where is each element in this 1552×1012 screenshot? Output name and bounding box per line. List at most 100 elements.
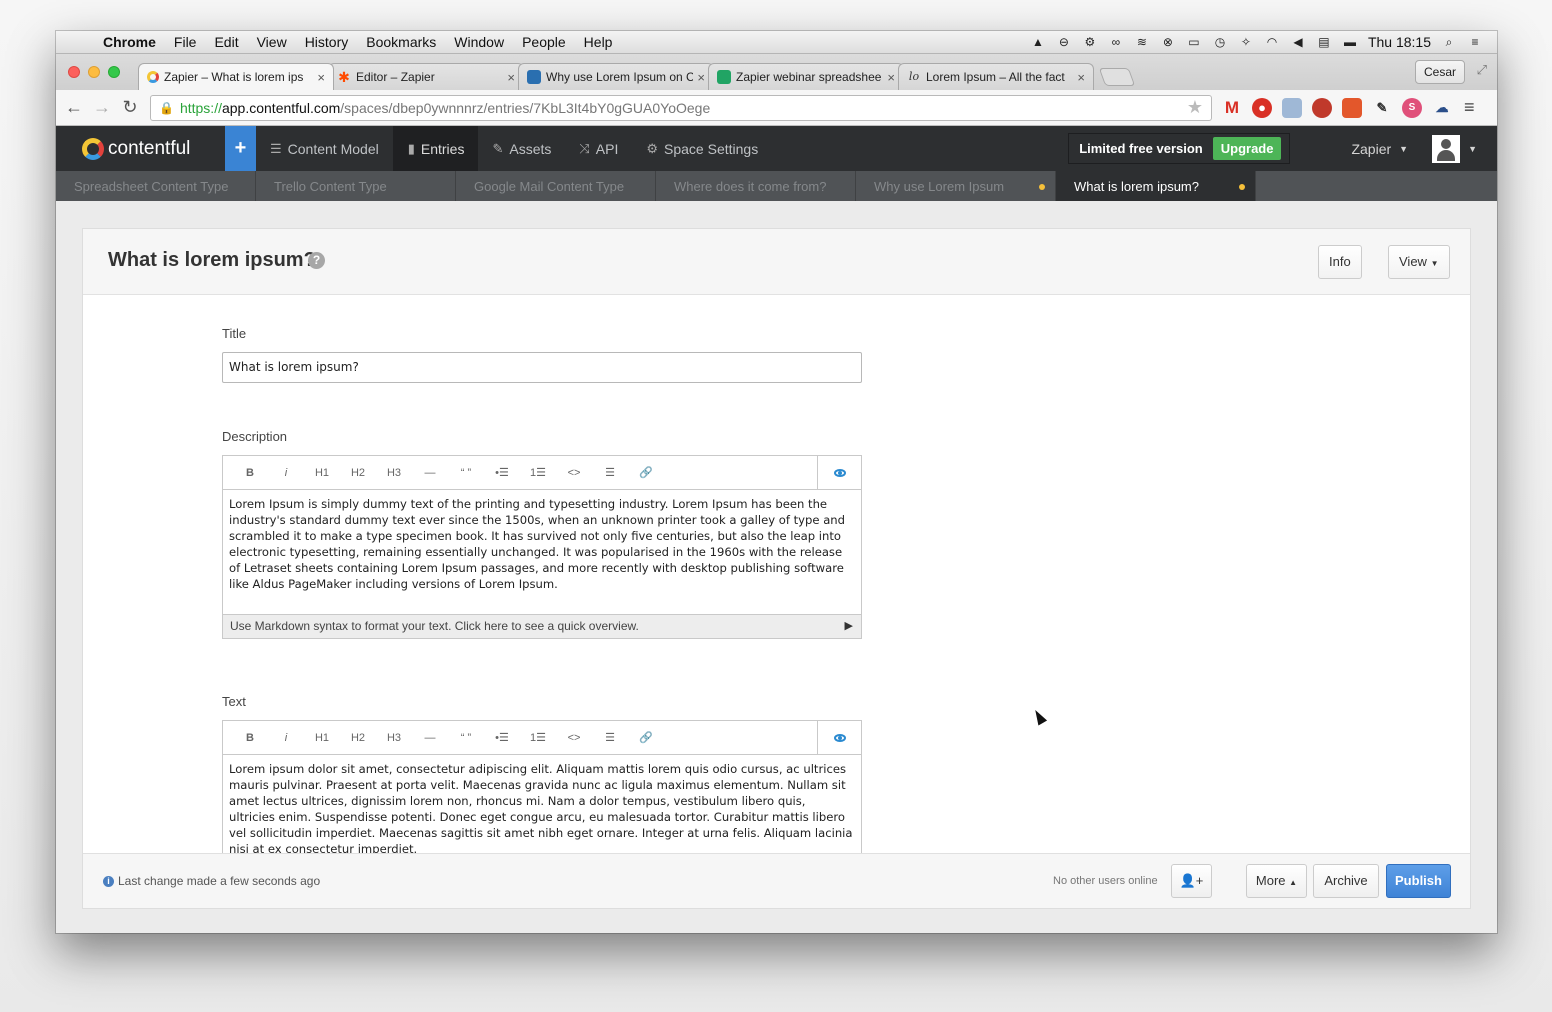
new-tab-button[interactable]: [1098, 68, 1136, 86]
bold-button[interactable]: B: [232, 467, 268, 479]
more-button[interactable]: More ▲: [1246, 864, 1307, 898]
close-tab-icon[interactable]: ×: [507, 70, 515, 85]
h2-button[interactable]: H2: [340, 467, 376, 479]
hr-button[interactable]: —: [412, 467, 448, 479]
reload-icon[interactable]: ↻: [116, 97, 144, 118]
bold-button[interactable]: B: [232, 732, 268, 744]
browser-tab-trello[interactable]: Why use Lorem Ipsum on C ×: [518, 63, 714, 90]
time-machine-icon[interactable]: ◷: [1212, 35, 1228, 49]
nav-space-settings[interactable]: ⚙ Space Settings: [632, 126, 772, 171]
close-tab-icon[interactable]: ×: [887, 70, 895, 85]
numbered-list-button[interactable]: 1☰: [520, 731, 556, 744]
close-window-button[interactable]: [68, 66, 80, 78]
quote-button[interactable]: “ ”: [448, 732, 484, 744]
entry-tab-where[interactable]: Where does it come from?: [656, 171, 856, 201]
lastpass-icon[interactable]: ●: [1252, 97, 1272, 118]
window-ext-icon[interactable]: [1282, 97, 1302, 118]
input-source-icon[interactable]: ▤: [1316, 35, 1332, 49]
wifi-icon[interactable]: ◠: [1264, 35, 1280, 49]
nav-content-model[interactable]: ☰ Content Model: [256, 126, 394, 171]
notification-icon[interactable]: ▲: [1030, 35, 1046, 49]
s-ext-icon[interactable]: S: [1402, 97, 1422, 118]
camera-icon[interactable]: ▭: [1186, 35, 1202, 49]
dnd-icon[interactable]: ⊖: [1056, 35, 1072, 49]
text-textarea[interactable]: Lorem ipsum dolor sit amet, consectetur …: [223, 755, 861, 859]
preview-eye-icon[interactable]: [817, 456, 861, 489]
close-tab-icon[interactable]: ×: [317, 70, 325, 85]
nav-assets[interactable]: ✎ Assets: [478, 126, 565, 171]
volume-icon[interactable]: ◀: [1290, 35, 1306, 49]
fullscreen-icon[interactable]: ⤢: [1477, 62, 1487, 78]
code-button[interactable]: <>: [556, 467, 592, 479]
menu-app[interactable]: Chrome: [94, 34, 165, 50]
brand-logo[interactable]: contentful: [56, 126, 225, 171]
nav-entries[interactable]: ▮ Entries: [393, 126, 479, 171]
entry-tab-trello[interactable]: Trello Content Type: [256, 171, 456, 201]
forward-icon[interactable]: →: [88, 97, 116, 118]
cloud-ext-icon[interactable]: ☁: [1432, 98, 1452, 118]
italic-button[interactable]: i: [268, 732, 304, 744]
glasses-icon[interactable]: ∞: [1108, 35, 1124, 49]
entry-tab-spreadsheet[interactable]: Spreadsheet Content Type: [56, 171, 256, 201]
minimize-window-button[interactable]: [88, 66, 100, 78]
bookmark-ext-icon[interactable]: [1342, 97, 1362, 118]
bullet-list-button[interactable]: •☰: [484, 731, 520, 744]
menu-people[interactable]: People: [513, 34, 575, 50]
code-button[interactable]: <>: [556, 732, 592, 744]
battery-icon[interactable]: ▬: [1342, 35, 1358, 49]
avatar[interactable]: [1432, 134, 1461, 163]
numbered-list-button[interactable]: 1☰: [520, 466, 556, 479]
h3-button[interactable]: H3: [376, 467, 412, 479]
pen-ext-icon[interactable]: ✎: [1372, 98, 1392, 118]
link-button[interactable]: 🔗: [628, 466, 664, 479]
couch-ext-icon[interactable]: [1312, 97, 1332, 118]
wifi-extra-icon[interactable]: ≋: [1134, 35, 1150, 49]
description-textarea[interactable]: Lorem Ipsum is simply dummy text of the …: [223, 490, 861, 614]
publish-button[interactable]: Publish: [1386, 864, 1451, 898]
entry-tab-why[interactable]: Why use Lorem Ipsum: [856, 171, 1056, 201]
clock[interactable]: Thu 18:15: [1368, 34, 1431, 50]
indent-button[interactable]: ☰: [592, 731, 628, 744]
user-menu[interactable]: Zapier ▼ ▼: [1351, 126, 1497, 171]
menu-view[interactable]: View: [248, 34, 296, 50]
chrome-menu-icon[interactable]: ≡: [1464, 97, 1475, 118]
bluetooth-icon[interactable]: ✧: [1238, 35, 1254, 49]
menu-window[interactable]: Window: [445, 34, 513, 50]
add-user-button[interactable]: 👤+: [1171, 864, 1212, 898]
gmail-icon[interactable]: M: [1222, 98, 1242, 118]
browser-tab-lorem[interactable]: lo Lorem Ipsum – All the fact ×: [898, 63, 1094, 90]
markdown-help-bar[interactable]: Use Markdown syntax to format your text.…: [223, 614, 861, 638]
bookmark-star-icon[interactable]: ★: [1187, 97, 1203, 118]
h2-button[interactable]: H2: [340, 732, 376, 744]
add-button[interactable]: +: [225, 126, 256, 171]
notification-center-icon[interactable]: ≡: [1467, 35, 1483, 49]
title-input[interactable]: What is lorem ipsum?: [222, 352, 862, 383]
menu-edit[interactable]: Edit: [205, 34, 247, 50]
help-icon[interactable]: ?: [308, 252, 325, 269]
link-button[interactable]: 🔗: [628, 731, 664, 744]
menu-help[interactable]: Help: [575, 34, 622, 50]
sync-icon[interactable]: ⚙: [1082, 35, 1098, 49]
menu-file[interactable]: File: [165, 34, 206, 50]
info-button[interactable]: Info: [1318, 245, 1362, 279]
preview-eye-icon[interactable]: [817, 721, 861, 754]
view-button[interactable]: View ▼: [1388, 245, 1450, 279]
nav-api[interactable]: ⤨ API: [565, 126, 632, 171]
close-circle-icon[interactable]: ⊗: [1160, 35, 1176, 49]
upgrade-button[interactable]: Upgrade: [1212, 137, 1282, 160]
menu-history[interactable]: History: [296, 34, 358, 50]
quote-button[interactable]: “ ”: [448, 467, 484, 479]
h1-button[interactable]: H1: [304, 732, 340, 744]
browser-tab-sheets[interactable]: Zapier webinar spreadshee ×: [708, 63, 904, 90]
close-tab-icon[interactable]: ×: [1077, 70, 1085, 85]
indent-button[interactable]: ☰: [592, 466, 628, 479]
hr-button[interactable]: —: [412, 732, 448, 744]
entry-tab-google-mail[interactable]: Google Mail Content Type: [456, 171, 656, 201]
zoom-window-button[interactable]: [108, 66, 120, 78]
italic-button[interactable]: i: [268, 467, 304, 479]
entry-tab-what[interactable]: What is lorem ipsum?: [1056, 171, 1256, 201]
close-tab-icon[interactable]: ×: [697, 70, 705, 85]
menu-bookmarks[interactable]: Bookmarks: [357, 34, 445, 50]
browser-tab-contentful[interactable]: Zapier – What is lorem ips ×: [138, 63, 334, 90]
browser-tab-zapier[interactable]: ✱ Editor – Zapier ×: [328, 63, 524, 90]
